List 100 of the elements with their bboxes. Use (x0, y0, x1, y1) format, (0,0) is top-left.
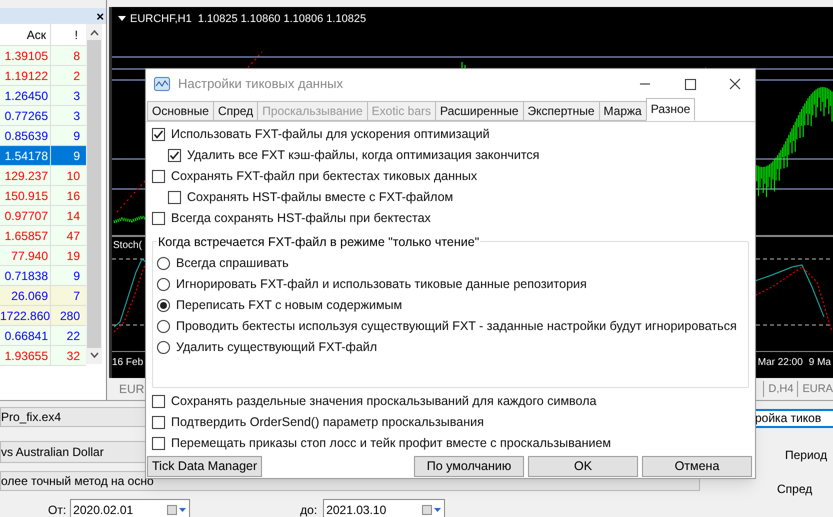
maximize-icon[interactable] (685, 78, 696, 90)
option-label: Использовать FXT-файлы для ускорения оптимизаций (171, 126, 490, 144)
tab[interactable]: Маржа (598, 101, 647, 121)
spread-cell-text: 280 (58, 308, 81, 325)
option-label: Удалить существующий FXT-файл (176, 339, 378, 356)
option-label: Игнорировать FXT-файл и использовать тиковые данные репозитория (176, 276, 587, 294)
quote-row[interactable]: 26.069 7 (0, 286, 86, 306)
spread-cell-text: 10 (66, 168, 81, 185)
quote-row[interactable]: 0.66841 22 (0, 326, 86, 346)
option-label: Перемещать приказы стоп лосс и тейк профит вместе с проскальзыванием (171, 435, 611, 452)
spread-cell-text: 47 (66, 228, 81, 245)
chart-tab[interactable]: EURA (797, 380, 833, 398)
quote-row[interactable]: 0.77265 3 (0, 106, 86, 126)
scroll-thumb[interactable] (87, 40, 101, 348)
quote-row[interactable]: 1.26450 3 (0, 86, 86, 106)
checkbox[interactable] (152, 416, 165, 429)
option-label: Удалить все FXT кэш-файлы, когда оптимизация закончится (187, 147, 540, 164)
tab[interactable]: Основные (147, 101, 214, 121)
defaults-button[interactable]: По умолчанию (414, 456, 524, 476)
spread-cell-text: 19 (66, 248, 81, 265)
chart-title: EURCHF,H1 1.10825 1.10860 1.10806 1.10825 (130, 12, 366, 27)
chart-tab[interactable]: D,H4 (763, 380, 794, 398)
checkbox[interactable] (152, 437, 165, 450)
ask-cell: 0.77265 (0, 106, 51, 125)
quote-row[interactable]: 1.93655 32 (0, 346, 86, 366)
scroll-up-icon[interactable] (90, 30, 98, 36)
column-header[interactable]: Аск (0, 24, 51, 45)
time-label: 16 Feb (112, 356, 144, 370)
quote-row[interactable]: 0.71838 9 (0, 266, 86, 286)
ask-cell: 0.71838 (0, 266, 51, 285)
scroll-down-icon[interactable] (90, 352, 98, 358)
quote-row[interactable]: 150.915 16 (0, 186, 86, 206)
chart-tab[interactable]: EUR (119, 382, 144, 396)
tick-data-manager-button[interactable]: Tick Data Manager (147, 456, 262, 476)
radio-button[interactable] (157, 278, 170, 291)
calendar-icon[interactable] (422, 504, 442, 514)
to-label: до: (300, 502, 318, 517)
calendar-icon[interactable] (167, 504, 188, 514)
spread-cell-text: 9 (72, 128, 81, 145)
dialog-title: Настройки тиковых данных (178, 75, 344, 94)
check-icon (153, 129, 164, 140)
dropdown-icon[interactable] (118, 16, 126, 22)
quote-row[interactable]: 77.940 19 (0, 246, 86, 266)
cancel-button[interactable]: Отмена (642, 456, 752, 476)
quote-row[interactable]: 0.85639 9 (0, 126, 86, 146)
checkbox[interactable] (152, 128, 165, 141)
checkbox[interactable] (152, 170, 165, 183)
period-label: Период (785, 447, 828, 464)
quote-row[interactable]: 0.97707 14 (0, 206, 86, 226)
checkbox[interactable] (168, 191, 181, 204)
spread-cell-text: 3 (72, 88, 81, 105)
spread-cell-text: 16 (66, 188, 81, 205)
tab[interactable]: Экспертные (522, 101, 600, 121)
ok-button[interactable]: OK (528, 456, 638, 476)
tab[interactable]: Разное (646, 98, 696, 121)
from-date-field[interactable]: 2020.02.01 (70, 499, 190, 517)
radio-button[interactable] (157, 299, 170, 312)
indicator-label: Stoch( (113, 241, 142, 251)
scrollbar[interactable] (86, 24, 102, 364)
quote-row[interactable]: 1.39105 8 (0, 46, 86, 66)
option-label: Всегда спрашивать (176, 255, 289, 272)
ask-cell: 1.54178 (0, 146, 51, 165)
checkbox[interactable] (152, 395, 165, 408)
checkbox[interactable] (152, 212, 165, 225)
quote-row[interactable]: 1.54178 9 (0, 146, 86, 166)
to-date-field[interactable]: 2021.03.10 (323, 499, 446, 517)
option-label: Сохранять FXT-файл при бектестах тиковых данных (171, 168, 478, 186)
quote-row[interactable]: 1.19122 2 (0, 66, 86, 86)
spread-cell-text: 9 (72, 148, 81, 165)
ask-cell: 150.915 (0, 186, 51, 205)
check-icon (169, 150, 180, 161)
ask-cell: 129.237 (0, 166, 51, 185)
quote-row[interactable]: 1722.860 280 (0, 306, 86, 326)
radio-button[interactable] (157, 257, 170, 270)
ask-cell: 1.26450 (0, 86, 51, 105)
spread-cell-text: 3 (72, 108, 81, 125)
ask-cell: 1722.860 (0, 306, 51, 325)
option-label: Подтвердить OrderSend() параметр проскальзывания (171, 414, 484, 432)
spread-cell-text: 22 (66, 328, 81, 345)
ask-cell: 77.940 (0, 246, 51, 265)
model-description: олее точный метод на осно (1, 474, 154, 488)
checkbox[interactable] (168, 149, 181, 162)
quote-row[interactable]: 1.65857 47 (0, 226, 86, 246)
ask-cell: 0.85639 (0, 126, 51, 145)
option-label: Сохранять раздельные значения проскальзываний для каждого символа (171, 393, 596, 410)
option-label: Сохранять HST-файлы вместе с FXT-файлом (187, 189, 454, 206)
settings-tab[interactable]: ройка тиков (755, 409, 833, 428)
tab[interactable]: Расширенные (435, 101, 524, 121)
radio-button[interactable] (157, 341, 170, 354)
radio-button[interactable] (157, 320, 170, 333)
option-label: Всегда сохранять HST-файлы при бектестах (171, 210, 431, 228)
close-button[interactable]: × (96, 10, 104, 22)
close-icon[interactable] (729, 78, 741, 90)
column-header[interactable]: ! (51, 24, 84, 45)
time-label: 9 Ma (808, 356, 831, 370)
quote-row[interactable]: 129.237 10 (0, 166, 86, 186)
tab[interactable]: Спред (212, 101, 258, 121)
ask-cell: 1.93655 (0, 346, 51, 365)
spread-cell-text: 9 (72, 268, 81, 285)
option-label: Проводить бектесты используя существующий FXT - заданные настройки будут игнорироваться (176, 318, 737, 336)
